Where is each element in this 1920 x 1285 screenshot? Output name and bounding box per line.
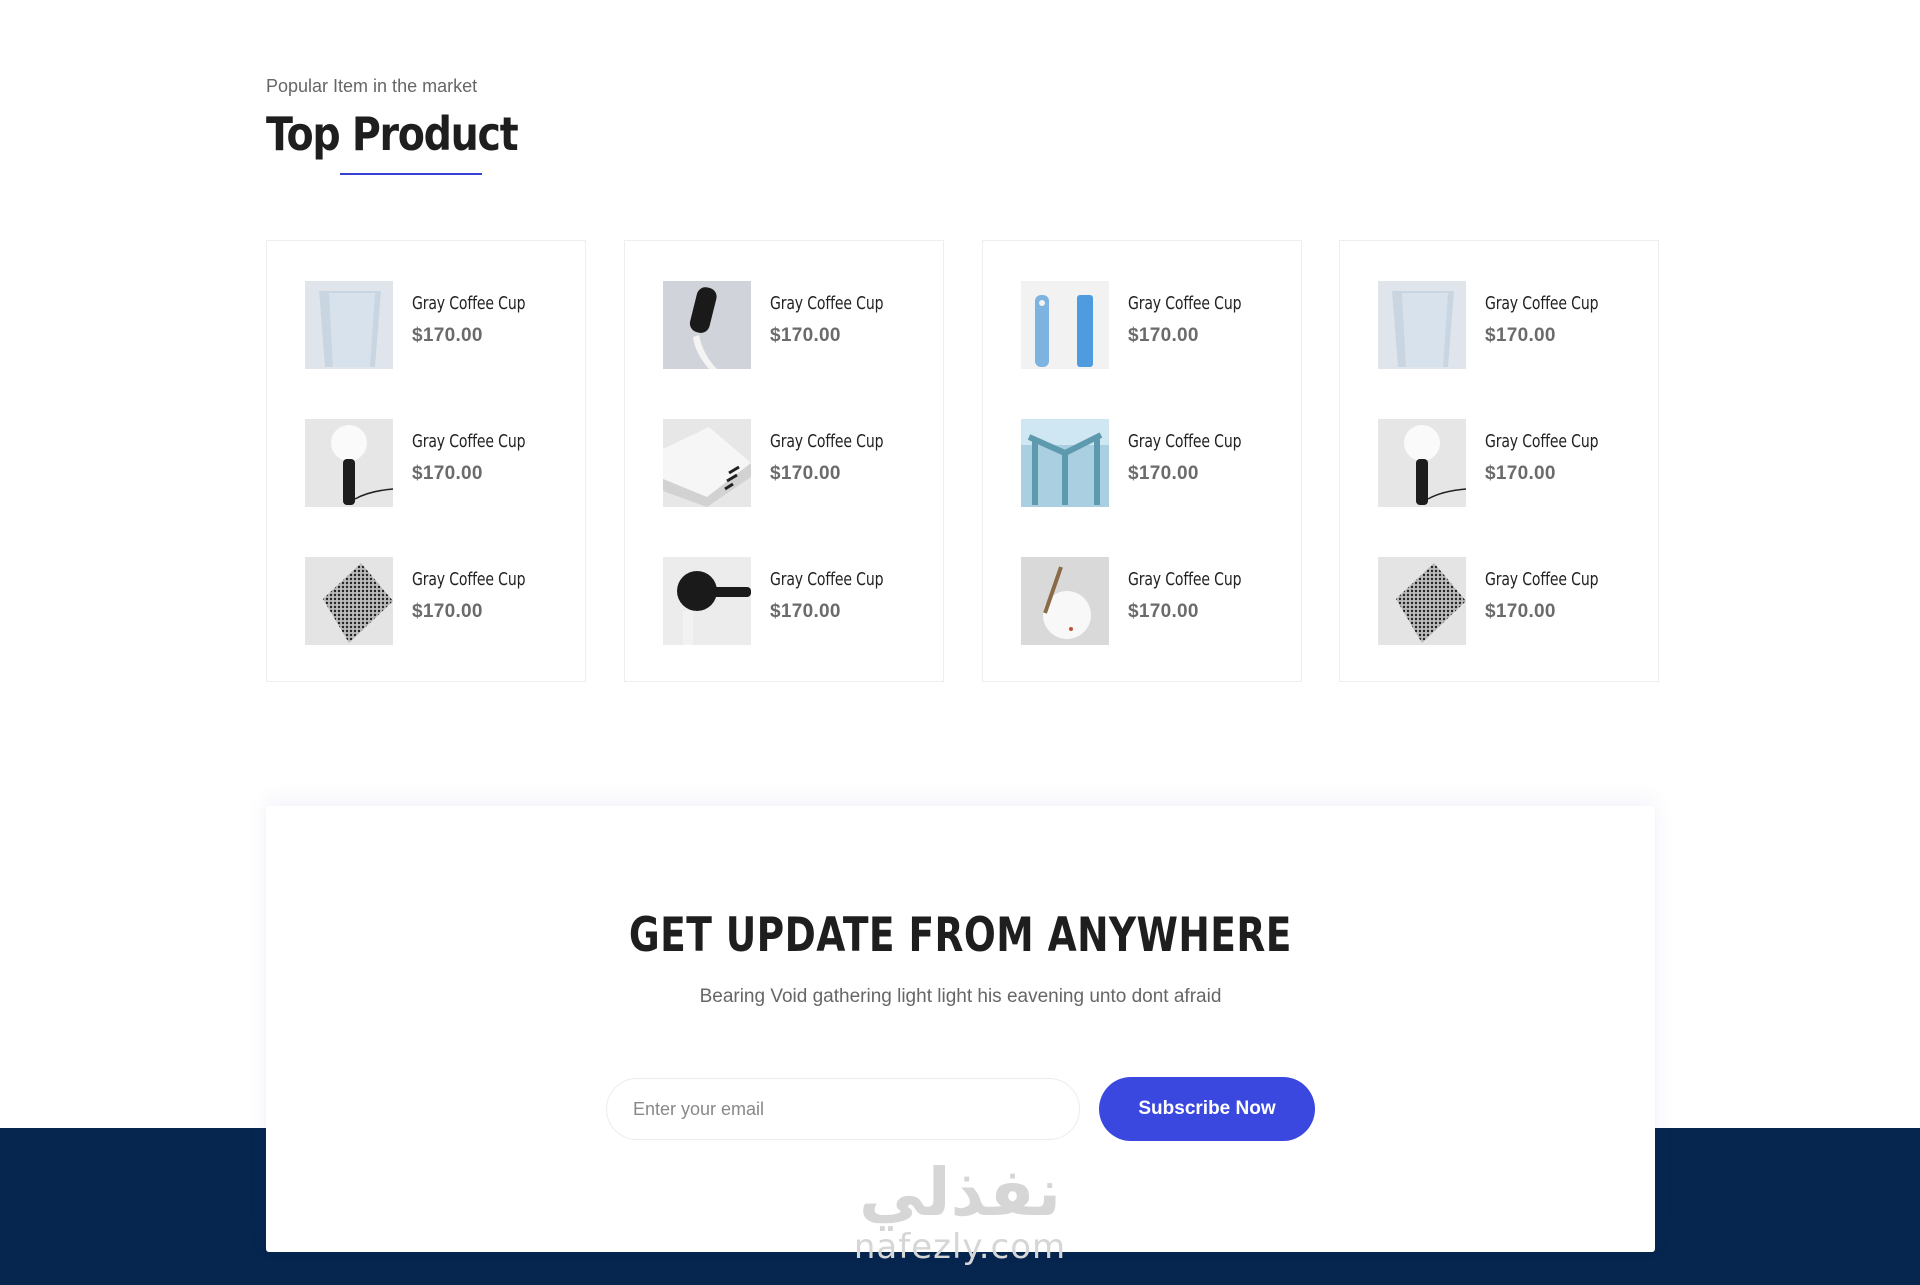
product-item[interactable]: Gray Coffee Cup $170.00 [1378, 281, 1638, 369]
product-item[interactable]: Gray Coffee Cup $170.00 [305, 419, 565, 507]
product-image[interactable] [1378, 557, 1466, 645]
product-name[interactable]: Gray Coffee Cup [770, 293, 883, 314]
product-name[interactable]: Gray Coffee Cup [770, 569, 883, 590]
product-image[interactable] [1378, 419, 1466, 507]
product-image[interactable] [1021, 557, 1109, 645]
product-item[interactable]: Gray Coffee Cup $170.00 [1378, 419, 1638, 507]
product-item[interactable]: Gray Coffee Cup $170.00 [1378, 557, 1638, 645]
product-name[interactable]: Gray Coffee Cup [1485, 569, 1598, 590]
product-item[interactable]: Gray Coffee Cup $170.00 [1021, 419, 1281, 507]
product-image[interactable] [663, 557, 751, 645]
product-image[interactable] [1378, 281, 1466, 369]
product-item[interactable]: Gray Coffee Cup $170.00 [305, 557, 565, 645]
product-price: $170.00 [1485, 601, 1556, 622]
product-name[interactable]: Gray Coffee Cup [1128, 569, 1241, 590]
product-name[interactable]: Gray Coffee Cup [1128, 293, 1241, 314]
product-image[interactable] [663, 281, 751, 369]
product-name[interactable]: Gray Coffee Cup [770, 431, 883, 452]
section-subtitle: Popular Item in the market [266, 76, 478, 96]
email-input[interactable] [606, 1078, 1080, 1140]
product-item[interactable]: Gray Coffee Cup $170.00 [1021, 281, 1281, 369]
section-header: Popular Item in the market Top Product [266, 76, 558, 175]
product-image[interactable] [305, 557, 393, 645]
product-price: $170.00 [770, 601, 841, 622]
product-price: $170.00 [770, 463, 841, 484]
product-card: Gray Coffee Cup $170.00 Gray Coffee Cup $17… [266, 240, 586, 682]
watermark-arabic: نفذلي [859, 1154, 1061, 1231]
product-price: $170.00 [1128, 325, 1199, 346]
watermark-latin: nafezly.com [853, 1227, 1067, 1267]
product-item[interactable]: Gray Coffee Cup $170.00 [305, 281, 565, 369]
product-price: $170.00 [1485, 325, 1556, 346]
subscribe-button[interactable]: Subscribe Now [1099, 1077, 1315, 1141]
product-name[interactable]: Gray Coffee Cup [412, 293, 525, 314]
product-grid: Gray Coffee Cup $170.00 Gray Coffee Cup $17… [266, 240, 1659, 682]
product-price: $170.00 [412, 601, 483, 622]
product-name[interactable]: Gray Coffee Cup [412, 569, 525, 590]
product-price: $170.00 [1128, 601, 1199, 622]
product-image[interactable] [663, 419, 751, 507]
product-name[interactable]: Gray Coffee Cup [1128, 431, 1241, 452]
title-underline [340, 173, 482, 175]
product-name[interactable]: Gray Coffee Cup [1485, 293, 1598, 314]
product-name[interactable]: Gray Coffee Cup [1485, 431, 1598, 452]
product-item[interactable]: Gray Coffee Cup $170.00 [663, 281, 923, 369]
section-title: Top Product [266, 107, 519, 161]
product-image[interactable] [305, 281, 393, 369]
product-card: Gray Coffee Cup $170.00 Gray Coffee Cup $17… [1339, 240, 1659, 682]
newsletter-description: Bearing Void gathering light light his e… [699, 986, 1222, 1007]
newsletter-title: GET UPDATE FROM ANYWHERE [629, 908, 1292, 963]
product-price: $170.00 [1128, 463, 1199, 484]
product-price: $170.00 [412, 325, 483, 346]
product-card: Gray Coffee Cup $170.00 Gray Coffee Cup $17… [982, 240, 1302, 682]
product-item[interactable]: Gray Coffee Cup $170.00 [663, 419, 923, 507]
product-item[interactable]: Gray Coffee Cup $170.00 [663, 557, 923, 645]
product-name[interactable]: Gray Coffee Cup [412, 431, 525, 452]
product-price: $170.00 [412, 463, 483, 484]
product-price: $170.00 [1485, 463, 1556, 484]
product-price: $170.00 [770, 325, 841, 346]
product-image[interactable] [1021, 419, 1109, 507]
product-card: Gray Coffee Cup $170.00 Gray Coffee Cup $17… [624, 240, 944, 682]
product-image[interactable] [1021, 281, 1109, 369]
watermark-logo: نفذلي nafezly.com [820, 1154, 1100, 1267]
product-image[interactable] [305, 419, 393, 507]
product-item[interactable]: Gray Coffee Cup $170.00 [1021, 557, 1281, 645]
